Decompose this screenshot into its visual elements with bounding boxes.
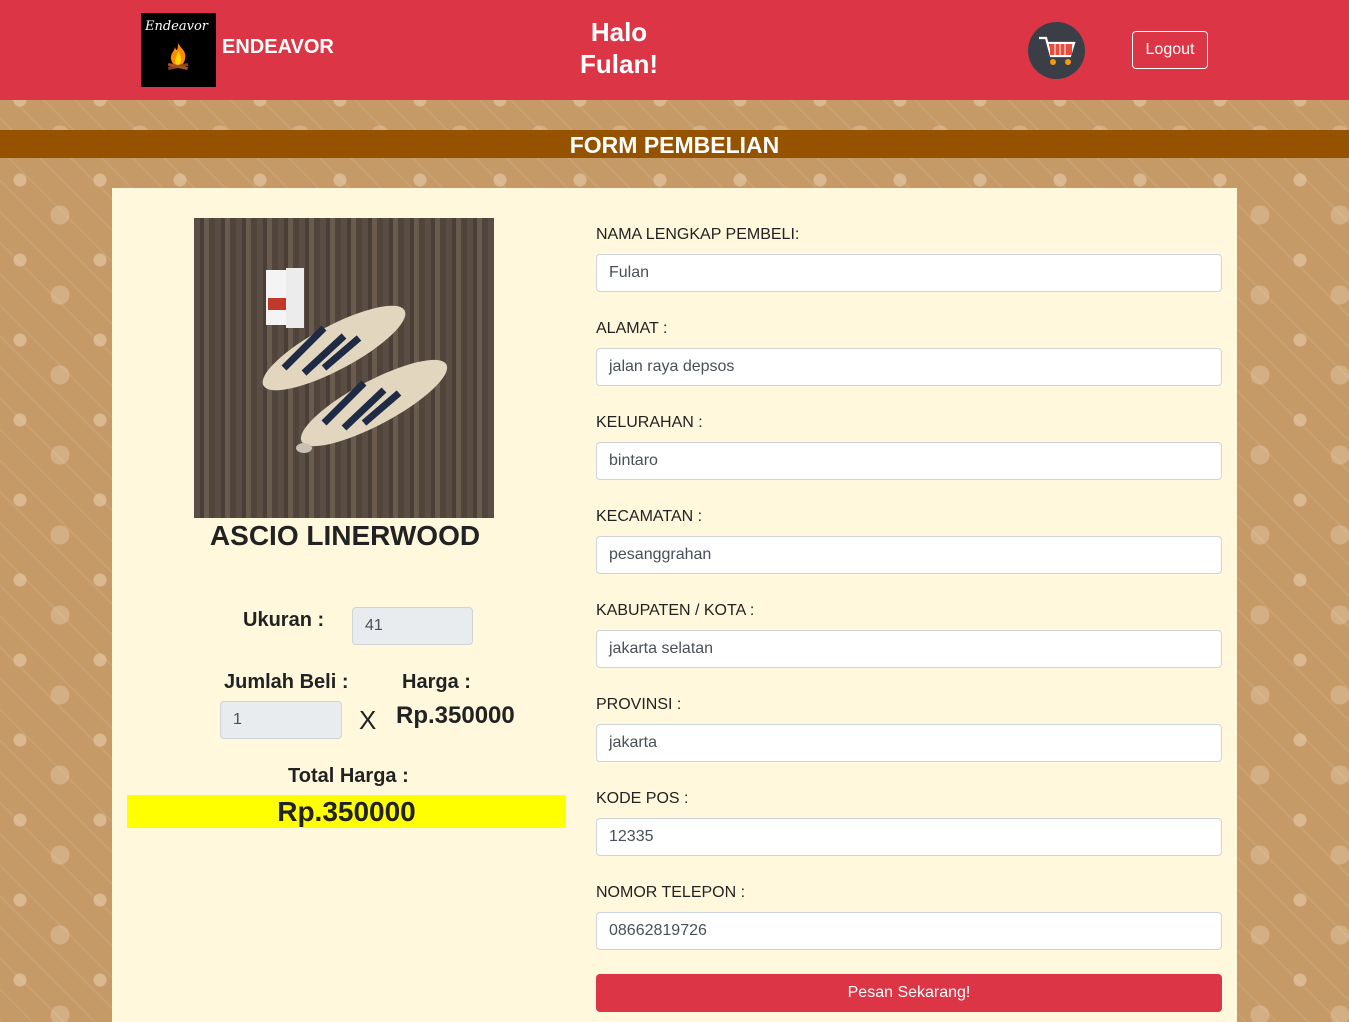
brand-name[interactable]: ENDEAVOR: [222, 36, 334, 59]
quantity-input: 1: [220, 701, 342, 739]
order-now-button[interactable]: Pesan Sekarang!: [596, 974, 1222, 1012]
address-field[interactable]: jalan raya depsos: [596, 348, 1222, 386]
phone-field[interactable]: 08662819726: [596, 912, 1222, 950]
multiply-symbol: X: [359, 705, 377, 735]
size-label: Ukuran :: [243, 609, 325, 631]
greeting-line-2: Fulan!: [580, 49, 658, 79]
fullname-label: NAMA LENGKAP PEMBELI:: [596, 226, 800, 243]
product-image: [194, 218, 494, 518]
form-title: FORM PEMBELIAN: [0, 130, 1349, 158]
kelurahan-label: KELURAHAN :: [596, 414, 703, 431]
brand-logo[interactable]: Endeavor: [141, 13, 216, 87]
kecamatan-field[interactable]: pesanggrahan: [596, 536, 1222, 574]
price-label: Harga :: [402, 671, 471, 693]
navbar: Endeavor ENDEAVOR Halo Fulan! Logout: [0, 0, 1349, 100]
city-field[interactable]: jakarta selatan: [596, 630, 1222, 668]
province-field[interactable]: jakarta: [596, 724, 1222, 762]
quantity-label: Jumlah Beli :: [224, 671, 349, 693]
price-value: Rp.350000: [396, 702, 515, 729]
logout-button[interactable]: Logout: [1132, 31, 1208, 69]
size-input: 41: [352, 607, 473, 645]
shopping-cart-icon: [1039, 36, 1076, 65]
total-label: Total Harga :: [288, 765, 409, 787]
greeting: Halo Fulan!: [560, 16, 678, 80]
kelurahan-field[interactable]: bintaro: [596, 442, 1222, 480]
address-label: ALAMAT :: [596, 320, 668, 337]
fullname-field[interactable]: Fulan: [596, 254, 1222, 292]
postal-code-field[interactable]: 12335: [596, 818, 1222, 856]
province-label: PROVINSI :: [596, 696, 682, 713]
campfire-icon: [167, 43, 189, 71]
city-label: KABUPATEN / KOTA :: [596, 602, 755, 619]
postal-code-label: KODE POS :: [596, 790, 689, 807]
kecamatan-label: KECAMATAN :: [596, 508, 703, 525]
shoe-photo: [262, 268, 448, 453]
greeting-line-1: Halo: [590, 17, 648, 47]
cart-button[interactable]: [1028, 22, 1085, 79]
total-price: Rp.350000: [127, 795, 566, 828]
product-name: ASCIO LINERWOOD: [209, 520, 481, 551]
phone-label: NOMOR TELEPON :: [596, 884, 746, 901]
logo-script-text: Endeavor: [145, 19, 209, 34]
order-panel: ASCIO LINERWOOD Ukuran : 41 Jumlah Beli …: [112, 188, 1237, 1022]
